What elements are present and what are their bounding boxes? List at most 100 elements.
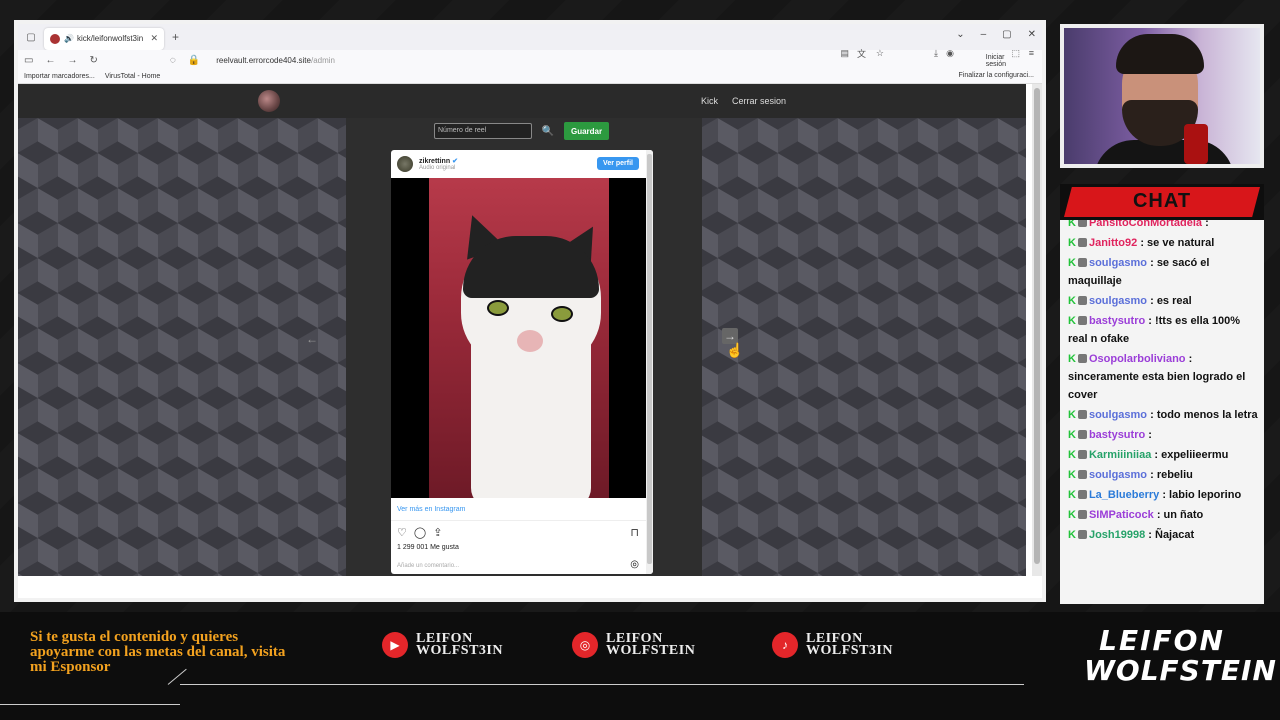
chat-username[interactable]: soulgasmo (1089, 469, 1147, 481)
divider-line-left (0, 704, 180, 705)
chat-username[interactable]: bastysutro (1089, 429, 1145, 441)
reload-icon[interactable]: ↻ (89, 55, 97, 66)
kick-badge-icon: K (1068, 257, 1076, 269)
sidebar-icon[interactable]: ▭ (24, 55, 33, 66)
instagram-icon[interactable]: ◎ (630, 559, 639, 570)
menu-icon[interactable]: ≡ (1029, 48, 1034, 58)
lock-icon[interactable]: 🔒 (188, 55, 200, 66)
heart-icon[interactable]: ♡ (397, 526, 407, 539)
user-badge-icon (1077, 238, 1087, 247)
nav-kick-link[interactable]: Kick (701, 96, 718, 106)
address-bar[interactable]: reelvault.errorcode404.site/admin (216, 56, 335, 65)
comment-icon[interactable]: ◯ (414, 526, 426, 539)
maximize-icon[interactable]: ▢ (1002, 29, 1011, 40)
streamer-cup (1184, 124, 1208, 164)
previous-arrow-button[interactable]: ← (306, 332, 318, 346)
like-count: 1 299 001 Me gusta (397, 544, 459, 551)
forward-icon[interactable]: → (67, 55, 77, 66)
page-scrollbar[interactable] (1032, 84, 1042, 576)
chat-username[interactable]: Josh19998 (1089, 529, 1145, 541)
speaker-icon[interactable]: 🔊 (64, 34, 74, 43)
user-badge-icon (1077, 410, 1087, 419)
save-button[interactable]: Guardar (564, 122, 610, 140)
reel-video[interactable] (391, 178, 647, 498)
browser-tab[interactable]: 🔊 kick/leifonwolfst3in ✕ (44, 27, 164, 50)
ig-actions: ♡ ◯ ⇪ (397, 526, 442, 539)
minimize-icon[interactable]: – (981, 29, 987, 40)
download-icon[interactable]: ⤓ (934, 48, 938, 59)
social-name-line2: WOLFST3IN (416, 643, 503, 658)
chat-username[interactable]: bastysutro (1089, 315, 1145, 327)
chat-username[interactable]: SIMPaticock (1089, 509, 1154, 521)
close-tab-icon[interactable]: ✕ (150, 33, 158, 44)
navigation-bar: ▭ ← → ↻ ◌ 🔒 reelvault.errorcode404.site/… (18, 47, 1042, 70)
social-youtube: ▶ LEIFON WOLFST3IN (382, 632, 503, 658)
user-badge-icon (1077, 510, 1087, 519)
tab-title: kick/leifonwolfst3in (76, 34, 144, 43)
search-icon[interactable]: 🔍 (540, 123, 556, 139)
bookmarks-bar: Importar marcadores... VirusTotal - Home… (18, 70, 1042, 84)
avatar[interactable] (397, 156, 413, 172)
chat-username[interactable]: Janitto92 (1089, 237, 1137, 249)
new-tab-icon[interactable]: + (172, 30, 179, 44)
chat-username[interactable]: Osopolarboliviano (1089, 353, 1186, 365)
user-badge-icon (1077, 490, 1087, 499)
ig-header: zikrettinn ✔ Audio original Ver perfil (391, 150, 653, 178)
chat-username[interactable]: Karmiiiniiaa (1089, 449, 1151, 461)
site-logo[interactable] (258, 90, 280, 112)
chat-message: K Josh19998 : Ñajacat (1068, 526, 1258, 544)
ig-divider (391, 520, 647, 521)
chat-username[interactable]: soulgasmo (1089, 257, 1147, 269)
finish-setup-link[interactable]: Finalizar la configuraci... (959, 72, 1034, 79)
view-profile-button[interactable]: Ver perfil (597, 157, 639, 170)
shield-icon[interactable]: ◌ (170, 55, 176, 66)
chat-username[interactable]: soulgasmo (1089, 295, 1147, 307)
close-window-icon[interactable]: ✕ (1028, 29, 1036, 40)
ig-username[interactable]: zikrettinn ✔ (419, 157, 458, 165)
back-icon[interactable]: ← (45, 55, 55, 66)
brand-line1: LEIFON (1099, 624, 1225, 657)
chat-username[interactable]: La_Blueberry (1089, 489, 1159, 501)
kick-badge-icon: K (1068, 529, 1076, 541)
chat-text: : todo menos la letra (1150, 409, 1258, 421)
chat-message: Ksoulgasmo : es real (1068, 292, 1258, 310)
tab-favicon (50, 33, 60, 44)
reader-icon[interactable]: ▤ (840, 48, 849, 59)
chevron-down-icon[interactable]: ⌄ (956, 29, 964, 40)
ig-scrollbar[interactable] (646, 150, 653, 574)
verified-icon: ✔ (452, 158, 458, 165)
chat-message: Ksoulgasmo : se sacó el maquillaje (1068, 254, 1258, 290)
share-icon[interactable]: ⇪ (433, 526, 442, 539)
chat-message: Kbastysutro : !tts es ella 100% real n o… (1068, 312, 1258, 348)
instagram-embed: zikrettinn ✔ Audio original Ver perfil V… (391, 150, 653, 574)
reel-number-input[interactable]: Número de reel (434, 123, 532, 139)
chat-text: : Ñajacat (1148, 529, 1195, 541)
comment-input[interactable]: Añade un comentario... (397, 563, 459, 569)
bookmark-virustotal[interactable]: VirusTotal - Home (105, 73, 161, 80)
view-more-link[interactable]: Ver más en Instagram (397, 506, 465, 513)
kick-badge-icon: K (1068, 409, 1076, 421)
kick-badge-icon: K (1068, 489, 1076, 501)
extensions-icon[interactable]: ⬚ (1011, 48, 1020, 59)
translate-icon[interactable]: 文 (857, 47, 866, 60)
social-tiktok: ♪ LEIFON WOLFST3IN (772, 632, 893, 658)
ig-audio-label[interactable]: Audio original (419, 165, 458, 171)
user-badge-icon (1077, 316, 1087, 325)
bookmark-icon[interactable]: ⊓ (630, 526, 639, 539)
user-badge-icon (1077, 470, 1087, 479)
brand-line2: WOLFSTEIN (1084, 654, 1277, 687)
tab-list-icon[interactable]: ▢ (24, 30, 38, 44)
bookmark-import[interactable]: Importar marcadores... (24, 73, 95, 80)
user-badge-icon (1077, 258, 1087, 267)
divider-line (180, 684, 1024, 685)
bookmark-star-icon[interactable]: ☆ (876, 48, 884, 59)
site-nav-links: Kick Cerrar sesion (701, 96, 786, 106)
signin-button[interactable]: Iniciar sesión (986, 54, 1006, 68)
chat-text: : expeliieermu (1154, 449, 1229, 461)
pointer-cursor-icon: ☝ (726, 342, 744, 358)
chat-text: : (1148, 429, 1152, 441)
chat-username[interactable]: soulgasmo (1089, 409, 1147, 421)
chat-message: Ksoulgasmo : todo menos la letra (1068, 406, 1258, 424)
nav-logout-link[interactable]: Cerrar sesion (732, 96, 786, 106)
account-icon[interactable]: ◉ (946, 48, 954, 59)
